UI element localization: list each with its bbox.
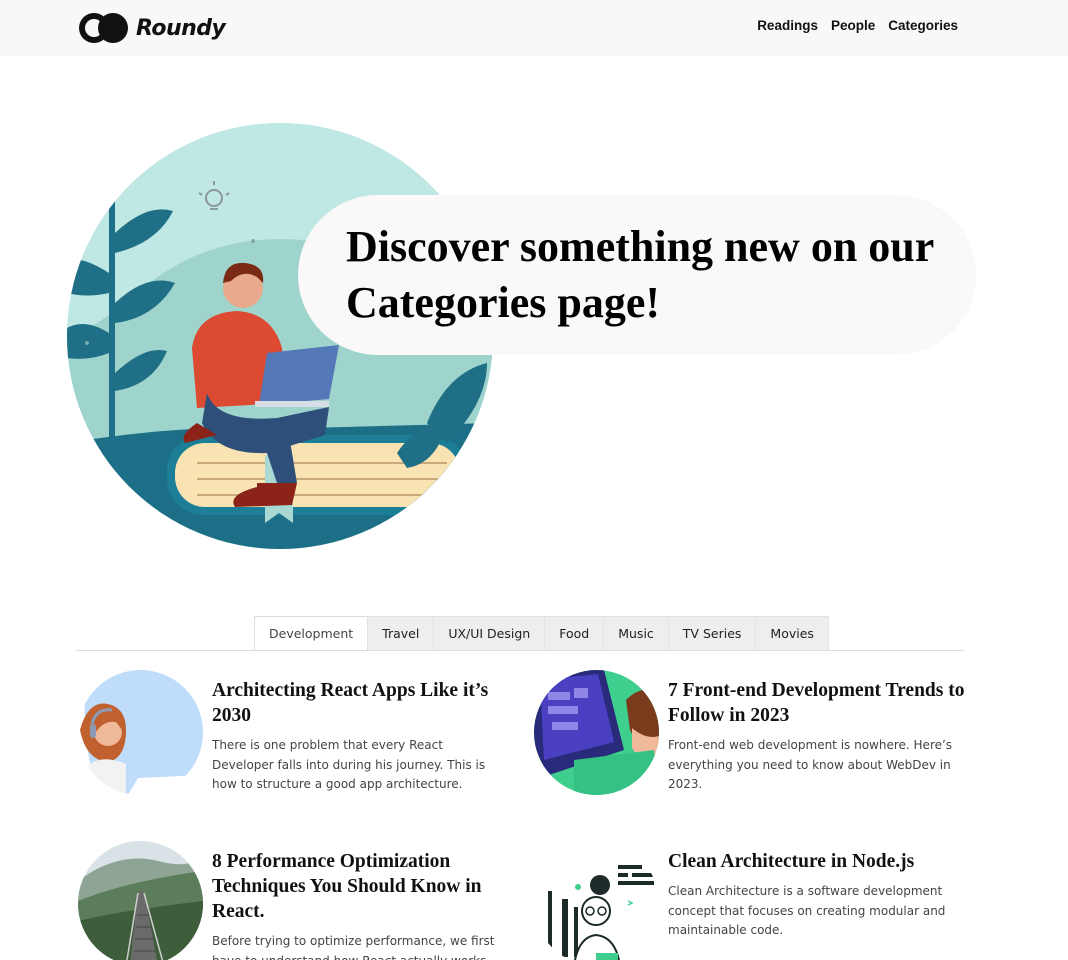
tab-tv-series[interactable]: TV Series <box>667 616 757 650</box>
tab-travel[interactable]: Travel <box>367 616 435 650</box>
tab-music[interactable]: Music <box>603 616 669 650</box>
article-card[interactable]: 7 Front-end Development Trends to Follow… <box>534 670 964 810</box>
article-description: Clean Architecture is a software develop… <box>668 884 946 937</box>
article-card[interactable]: 8 Performance Optimization Techniques Yo… <box>78 841 508 960</box>
article-title[interactable]: Architecting React Apps Like it’s 2030 <box>212 678 512 728</box>
category-tabs: Development Travel UX/UI Design Food Mus… <box>254 616 829 651</box>
nav-readings[interactable]: Readings <box>757 18 818 33</box>
nav-people[interactable]: People <box>831 18 875 33</box>
brand-logo[interactable]: Roundy <box>78 10 226 46</box>
article-thumbnail[interactable] <box>78 670 203 795</box>
article-title[interactable]: Clean Architecture in Node.js <box>668 849 968 874</box>
article-thumbnail[interactable] <box>534 841 659 960</box>
article-description: There is one problem that every React De… <box>212 738 486 791</box>
article-card[interactable]: Clean Architecture in Node.js Clean Arch… <box>534 841 964 960</box>
hero-headline: Discover something new on our Categories… <box>346 222 934 327</box>
tab-food[interactable]: Food <box>544 616 605 650</box>
main-nav: Readings People Categories <box>757 18 958 33</box>
brand-name: Roundy <box>136 15 226 41</box>
article-thumbnail[interactable] <box>78 841 203 960</box>
site-header: Roundy Readings People Categories <box>0 0 1068 56</box>
article-title[interactable]: 7 Front-end Development Trends to Follow… <box>668 678 968 728</box>
tab-development[interactable]: Development <box>254 616 369 651</box>
double-circle-logo-icon <box>79 13 128 43</box>
tab-ux-ui-design[interactable]: UX/UI Design <box>433 616 546 650</box>
hero-speech-bubble: Discover something new on our Categories… <box>298 195 976 355</box>
article-description: Before trying to optimize performance, w… <box>212 934 495 960</box>
article-description: Front-end web development is nowhere. He… <box>668 738 953 791</box>
tabs-divider <box>76 650 964 651</box>
nav-categories[interactable]: Categories <box>888 18 958 33</box>
article-title[interactable]: 8 Performance Optimization Techniques Yo… <box>212 849 512 924</box>
article-thumbnail[interactable] <box>534 670 659 795</box>
tab-movies[interactable]: Movies <box>755 616 829 650</box>
article-card[interactable]: Architecting React Apps Like it’s 2030 T… <box>78 670 508 810</box>
